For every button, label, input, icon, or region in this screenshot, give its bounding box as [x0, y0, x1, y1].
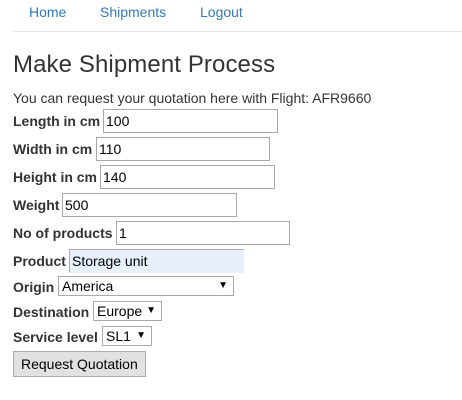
- intro-text: You can request your quotation here with…: [13, 90, 372, 106]
- origin-select[interactable]: America ▼: [58, 276, 234, 296]
- request-quotation-button[interactable]: Request Quotation: [13, 351, 146, 377]
- destination-select[interactable]: Europe ▼: [93, 301, 162, 321]
- length-input[interactable]: [103, 109, 278, 133]
- service-label: Service level: [13, 329, 98, 345]
- service-selected-value: SL1: [106, 328, 131, 344]
- height-label: Height in cm: [13, 169, 98, 185]
- page: Home Shipments Logout Make Shipment Proc…: [0, 0, 462, 400]
- origin-label: Origin: [13, 279, 55, 295]
- nav-home-link[interactable]: Home: [29, 4, 66, 20]
- origin-selected-value: America: [62, 278, 114, 294]
- page-title: Make Shipment Process: [13, 51, 276, 78]
- destination-label: Destination: [13, 304, 90, 320]
- height-input[interactable]: [100, 165, 275, 189]
- width-label: Width in cm: [13, 141, 93, 157]
- width-input[interactable]: [96, 137, 270, 161]
- weight-input[interactable]: [62, 193, 237, 217]
- nav-logout-link[interactable]: Logout: [200, 4, 243, 20]
- product-label: Product: [13, 253, 66, 269]
- weight-label: Weight: [13, 197, 60, 213]
- chevron-down-icon: ▼: [146, 305, 156, 316]
- chevron-down-icon: ▼: [136, 330, 146, 341]
- length-label: Length in cm: [13, 113, 101, 129]
- nav-shipments-link[interactable]: Shipments: [100, 4, 166, 20]
- top-nav: Home Shipments Logout: [13, 0, 462, 32]
- product-input[interactable]: [69, 249, 244, 273]
- products-label: No of products: [13, 225, 113, 241]
- service-select[interactable]: SL1 ▼: [102, 326, 152, 346]
- destination-selected-value: Europe: [97, 303, 143, 319]
- chevron-down-icon: ▼: [218, 280, 228, 291]
- products-input[interactable]: [116, 221, 290, 245]
